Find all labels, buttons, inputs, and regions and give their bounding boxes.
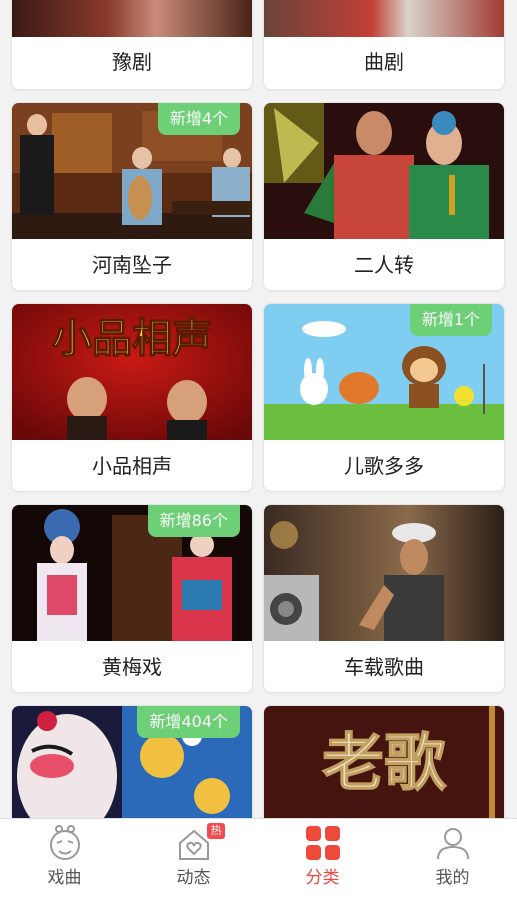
category-card-henan-zhuizi[interactable]: 新增4个 河南坠子 bbox=[11, 102, 253, 291]
tab-category[interactable]: 分类 bbox=[258, 819, 387, 900]
new-items-badge: 新增1个 bbox=[409, 304, 492, 336]
category-thumbnail bbox=[264, 505, 504, 641]
category-thumbnail bbox=[264, 103, 504, 239]
category-label: 儿歌多多 bbox=[344, 454, 424, 478]
category-label: 河南坠子 bbox=[92, 253, 172, 277]
bottom-tab-bar: 戏曲 热 动态 分类 我的 bbox=[0, 818, 517, 900]
category-card-car-songs[interactable]: 车载歌曲 bbox=[263, 504, 505, 693]
tab-label: 分类 bbox=[305, 868, 340, 888]
opera-mask-icon bbox=[45, 823, 85, 863]
user-profile-icon bbox=[433, 823, 473, 863]
hot-badge: 热 bbox=[207, 823, 225, 839]
tab-opera[interactable]: 戏曲 bbox=[0, 819, 129, 900]
xiaopin-thumbnail-image: 小品相声 bbox=[12, 304, 252, 440]
category-grid-icon bbox=[303, 823, 343, 863]
banner-text: 小品相声 bbox=[52, 316, 212, 362]
tab-label: 戏曲 bbox=[47, 868, 82, 888]
category-card-errenzhuan[interactable]: 二人转 bbox=[263, 102, 505, 291]
banner-text: 老歌 bbox=[322, 726, 447, 799]
category-card-yuju[interactable]: 豫剧 bbox=[11, 0, 253, 90]
new-items-badge: 新增404个 bbox=[137, 706, 240, 738]
category-label: 二人转 bbox=[354, 253, 414, 277]
category-thumbnail bbox=[264, 0, 504, 37]
tab-profile[interactable]: 我的 bbox=[388, 819, 517, 900]
category-label: 豫剧 bbox=[112, 50, 152, 74]
new-items-badge: 新增86个 bbox=[147, 505, 240, 537]
category-label: 曲剧 bbox=[364, 50, 404, 74]
category-thumbnail: 小品相声 bbox=[12, 304, 252, 440]
category-card-erge-duoduo[interactable]: 新增1个 儿歌多多 bbox=[263, 303, 505, 492]
category-thumbnail bbox=[12, 0, 252, 37]
category-card-huangmeixi[interactable]: 新增86个 黄梅戏 bbox=[11, 504, 253, 693]
tab-label: 我的 bbox=[435, 868, 470, 888]
category-label: 黄梅戏 bbox=[102, 655, 162, 679]
category-card-xiaopin-xiangsheng[interactable]: 小品相声 小品相声 bbox=[11, 303, 253, 492]
car-songs-thumbnail-image bbox=[264, 505, 504, 641]
category-label: 车载歌曲 bbox=[344, 655, 424, 679]
category-label: 小品相声 bbox=[92, 454, 172, 478]
tab-label: 动态 bbox=[176, 868, 211, 888]
new-items-badge: 新增4个 bbox=[157, 103, 240, 135]
errenzhuan-thumbnail-image bbox=[264, 103, 504, 239]
tab-feed[interactable]: 热 动态 bbox=[129, 819, 258, 900]
category-screen: 豫剧 曲剧 新增4个 河南坠子 二人转 小品相声 小品相声 新增1个 儿歌多多 … bbox=[0, 0, 517, 900]
category-card-quju[interactable]: 曲剧 bbox=[263, 0, 505, 90]
